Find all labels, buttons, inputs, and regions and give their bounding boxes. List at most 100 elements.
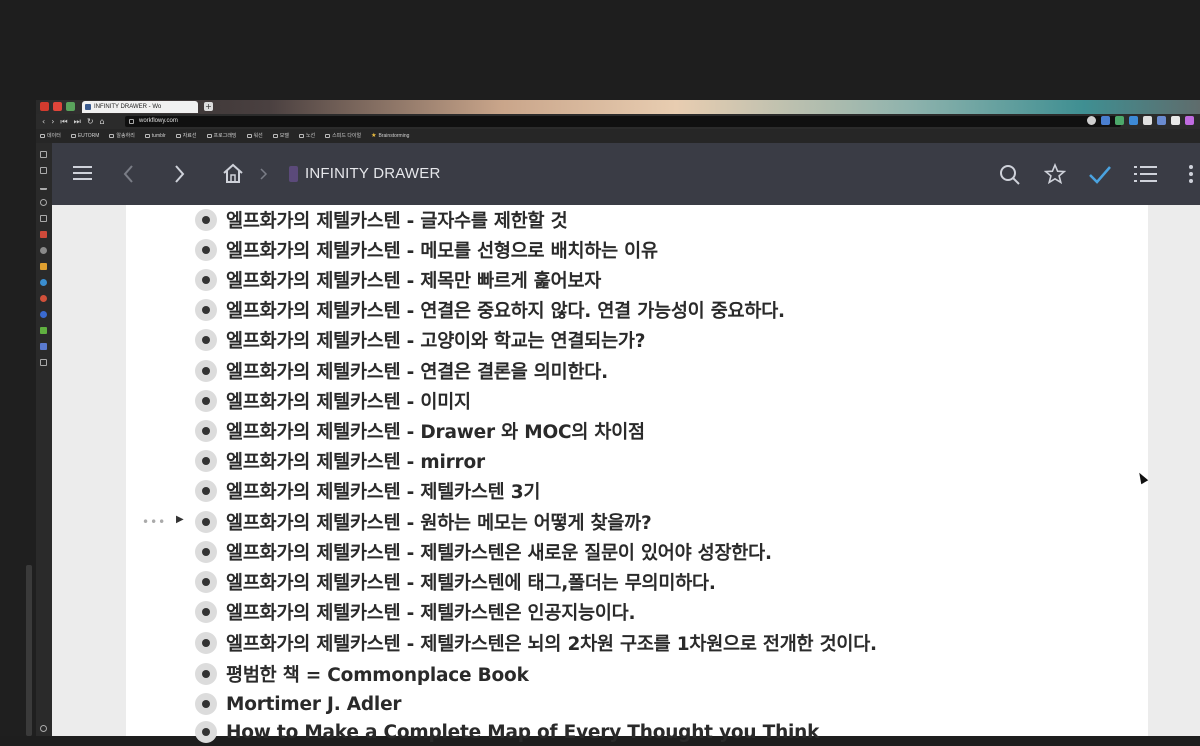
item-text[interactable]: 엘프화가의 제텔카스텐 - 글자수를 제한할 것	[226, 207, 568, 233]
item-text[interactable]: 엘프화가의 제텔카스텐 - 고양이와 학교는 연결되는가?	[226, 327, 645, 353]
outline-item[interactable]: 엘프화가의 제텔카스텐 - 이미지	[195, 387, 471, 415]
item-text[interactable]: 엘프화가의 제텔카스텐 - 연결은 중요하지 않다. 연결 가능성이 중요하다.	[226, 297, 785, 323]
bullet-icon[interactable]	[195, 360, 217, 382]
item-text[interactable]: 엘프화가의 제텔카스텐 - mirror	[226, 448, 485, 474]
vivaldi-icon[interactable]	[40, 102, 49, 111]
bookmark-item[interactable]: 자료선	[175, 129, 197, 143]
item-text[interactable]: How to Make a Complete Map of Every Thou…	[226, 722, 819, 743]
drag-handle-icon[interactable]: •••	[142, 515, 166, 529]
extension-icon[interactable]	[1143, 116, 1152, 125]
home-nav-icon[interactable]: ⌂	[100, 116, 105, 127]
bullet-icon[interactable]	[195, 299, 217, 321]
bullet-icon[interactable]	[195, 632, 217, 654]
page-title[interactable]: INFINITY DRAWER	[305, 165, 441, 182]
search-icon[interactable]	[999, 164, 1021, 186]
bullet-icon[interactable]	[195, 390, 217, 412]
forward-nav-icon[interactable]: ›	[51, 116, 54, 127]
outline-item[interactable]: 평범한 책 = Commonplace Book	[195, 660, 529, 688]
web-panel-icon[interactable]	[40, 343, 47, 350]
item-text[interactable]: 엘프화가의 제텔카스텐 - 메모를 선형으로 배치하는 이유	[226, 237, 658, 263]
item-text[interactable]: 엘프화가의 제텔카스텐 - 제텔카스텐에 태그,폴더는 무의미하다.	[226, 569, 716, 595]
settings-icon[interactable]	[40, 725, 47, 732]
outline-item[interactable]: 엘프화가의 제텔카스텐 - 연결은 중요하지 않다. 연결 가능성이 중요하다.	[195, 296, 785, 324]
star-icon[interactable]	[1044, 163, 1066, 185]
outline-item[interactable]: 엘프화가의 제텔카스텐 - 글자수를 제한할 것	[195, 206, 568, 234]
reader-icon[interactable]	[40, 167, 47, 174]
bookmark-item[interactable]: 프로그래밍	[206, 129, 237, 143]
outline-item[interactable]: 엘프화가의 제텔카스텐 - 제텔카스텐 3기	[195, 477, 540, 505]
outline-item[interactable]: 엘프화가의 제텔카스텐 - 제텔카스텐에 태그,폴더는 무의미하다.	[195, 568, 716, 596]
outline-item[interactable]: Mortimer J. Adler	[195, 690, 402, 718]
bullet-icon[interactable]	[195, 663, 217, 685]
bookmark-item[interactable]: EUTORM	[70, 129, 99, 143]
web-panel-icon[interactable]	[40, 327, 47, 334]
outline-item[interactable]: 엘프화가의 제텔카스텐 - 고양이와 학교는 연결되는가?	[195, 326, 645, 354]
item-text[interactable]: 엘프화가의 제텔카스텐 - 연결은 결론을 의미한다.	[226, 358, 608, 384]
outline-item[interactable]: 엘프화가의 제텔카스텐 - 제텔카스텐은 뇌의 2차원 구조를 1차원으로 전개…	[195, 629, 877, 657]
add-panel-icon[interactable]	[40, 359, 47, 366]
extension-icon[interactable]	[1129, 116, 1138, 125]
url-field[interactable]: workflowy.com	[125, 116, 1121, 127]
web-panel-icon[interactable]	[40, 311, 47, 318]
list-icon[interactable]	[1134, 165, 1158, 183]
bookmark-item[interactable]: 노선	[298, 129, 315, 143]
bookmark-item[interactable]: 워선	[246, 129, 263, 143]
extension-icon[interactable]	[1171, 116, 1180, 125]
extension-icon[interactable]	[1115, 116, 1124, 125]
notes-icon[interactable]	[40, 215, 47, 222]
bullet-icon[interactable]	[195, 511, 217, 533]
outline-item[interactable]: How to Make a Complete Map of Every Thou…	[195, 718, 819, 746]
download-icon[interactable]	[40, 183, 47, 190]
outline-item[interactable]: 엘프화가의 제텔카스텐 - mirror	[195, 447, 485, 475]
outline-item[interactable]: 엘프화가의 제텔카스텐 - 제텔카스텐은 새로운 질문이 있어야 성장한다.	[195, 538, 772, 566]
reload-icon[interactable]: ↻	[87, 116, 94, 127]
item-text[interactable]: Mortimer J. Adler	[226, 694, 402, 715]
bookmark-item[interactable]: 알송하리	[109, 129, 135, 143]
bullet-icon[interactable]	[195, 721, 217, 743]
more-icon[interactable]	[1188, 164, 1194, 184]
item-text[interactable]: 엘프화가의 제텔카스텐 - 제텔카스텐은 인공지능이다.	[226, 599, 636, 625]
menu-icon[interactable]	[73, 165, 93, 181]
history-icon[interactable]	[40, 199, 47, 206]
back-icon[interactable]	[122, 164, 134, 184]
check-icon[interactable]	[1088, 164, 1112, 184]
item-text[interactable]: 엘프화가의 제텔카스텐 - 원하는 메모는 어떻게 찾을까?	[226, 509, 652, 535]
bullet-icon[interactable]	[195, 239, 217, 261]
web-panel-icon[interactable]	[40, 263, 47, 270]
fast-forward-icon[interactable]: ⏭	[74, 116, 81, 127]
bullet-icon[interactable]	[195, 450, 217, 472]
bullet-icon[interactable]	[195, 541, 217, 563]
bullet-icon[interactable]	[195, 571, 217, 593]
forward-icon[interactable]	[174, 164, 186, 184]
outline-item-hovered[interactable]: 엘프화가의 제텔카스텐 - 원하는 메모는 어떻게 찾을까?	[195, 508, 652, 536]
bookmark-item[interactable]: 데이터	[40, 129, 61, 143]
expand-arrow-icon[interactable]: ▶	[176, 514, 184, 525]
bullet-icon[interactable]	[195, 269, 217, 291]
drive-icon[interactable]	[66, 102, 75, 111]
outline-item[interactable]: 엘프화가의 제텔카스텐 - 제텔카스텐은 인공지능이다.	[195, 598, 636, 626]
bookmark-item[interactable]: 모델	[272, 129, 289, 143]
back-nav-icon[interactable]: ‹	[42, 116, 45, 127]
item-text[interactable]: 엘프화가의 제텔카스텐 - 제텔카스텐은 뇌의 2차원 구조를 1차원으로 전개…	[226, 630, 877, 656]
bullet-icon[interactable]	[195, 601, 217, 623]
rewind-icon[interactable]: ⏮	[60, 116, 67, 127]
bullet-icon[interactable]	[195, 480, 217, 502]
outline-item[interactable]: 엘프화가의 제텔카스텐 - 연결은 결론을 의미한다.	[195, 357, 608, 385]
scrollbar-thumb[interactable]	[26, 565, 32, 736]
bookmark-item[interactable]: ★ Brainstorming	[371, 129, 409, 143]
extension-icon[interactable]	[1101, 116, 1110, 125]
outline-item[interactable]: 엘프화가의 제텔카스텐 - 메모를 선형으로 배치하는 이유	[195, 236, 658, 264]
extension-icon[interactable]	[1157, 116, 1166, 125]
mail-icon[interactable]	[40, 231, 47, 238]
item-text[interactable]: 엘프화가의 제텔카스텐 - 제목만 빠르게 훑어보자	[226, 267, 601, 293]
link-icon[interactable]	[40, 247, 47, 254]
item-text[interactable]: 엘프화가의 제텔카스텐 - 제텔카스텐은 새로운 질문이 있어야 성장한다.	[226, 539, 772, 565]
bookmark-item[interactable]: 스피드 다이얼	[325, 129, 361, 143]
item-text[interactable]: 엘프화가의 제텔카스텐 - 이미지	[226, 388, 471, 414]
bullet-icon[interactable]	[195, 209, 217, 231]
item-text[interactable]: 엘프화가의 제텔카스텐 - Drawer 와 MOC의 차이점	[226, 418, 645, 444]
bullet-icon[interactable]	[195, 420, 217, 442]
bookmark-item[interactable]: tumblr	[144, 129, 166, 143]
profile-icon[interactable]	[1087, 116, 1096, 125]
bullet-icon[interactable]	[195, 693, 217, 715]
